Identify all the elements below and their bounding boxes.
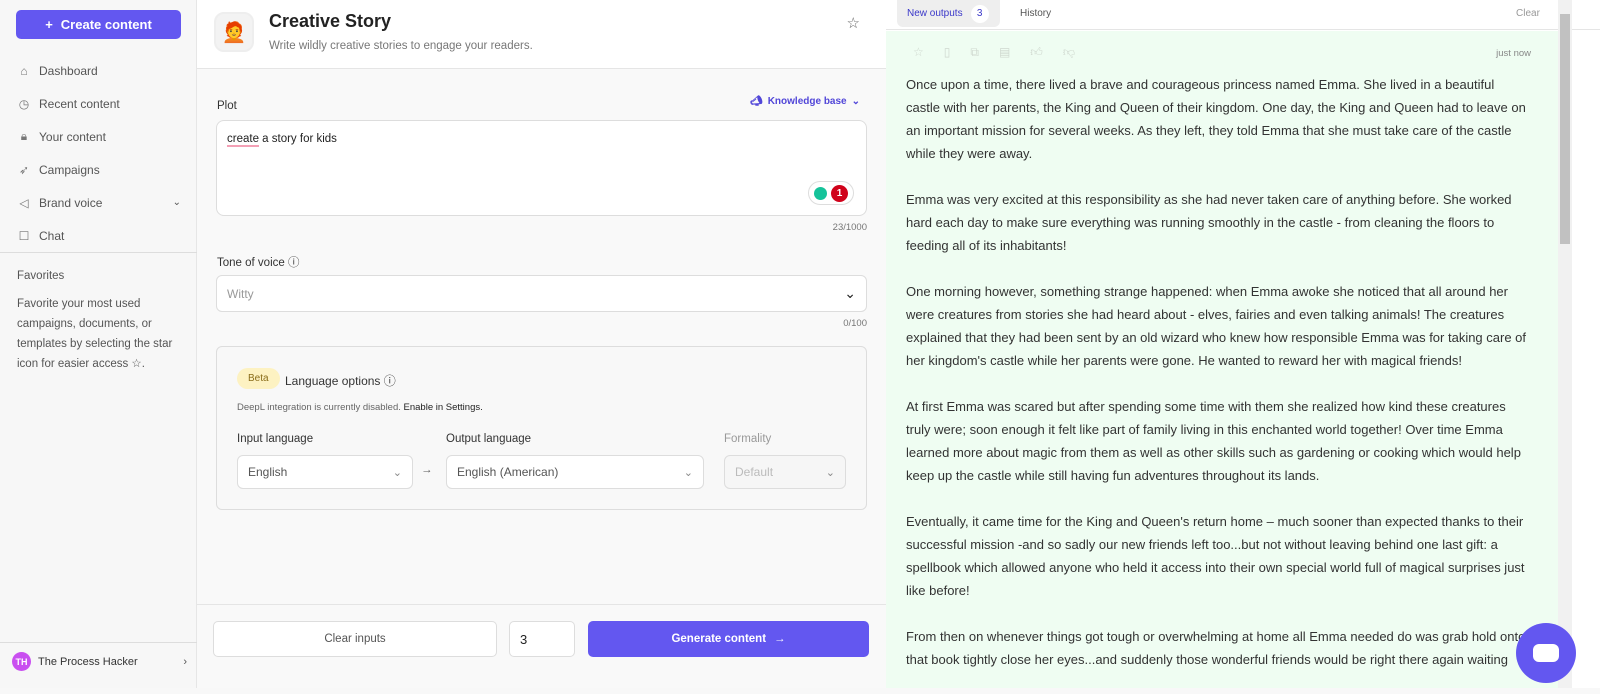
outputs-count-badge: 3 bbox=[970, 4, 989, 23]
story-paragraph: Emma was very excited at this responsibi… bbox=[906, 192, 1512, 253]
output-language-label: Output language bbox=[446, 433, 532, 445]
deepl-note: DeepL integration is currently disabled.… bbox=[237, 402, 483, 413]
grammarly-widget[interactable]: 1 bbox=[808, 181, 854, 205]
favorites-text: Favorite your most used campaigns, docum… bbox=[17, 298, 173, 370]
quantity-input[interactable]: 3 bbox=[509, 621, 575, 657]
sidebar-item-brand-voice[interactable]: ◁ Brand voice ⌄ bbox=[17, 186, 187, 219]
star-icon[interactable]: ☆ bbox=[913, 45, 924, 60]
formality-label: Formality bbox=[724, 433, 772, 445]
megaphone-icon: ◁ bbox=[19, 195, 29, 210]
plus-icon: + bbox=[45, 17, 53, 32]
sidebar: + Create content ⌂ Dashboard ◷ Recent conte… bbox=[0, 0, 197, 688]
template-header: 🧑‍🦰 Creative Story Write wildly creative… bbox=[197, 0, 886, 69]
generate-content-button[interactable]: Generate content → bbox=[588, 621, 869, 657]
chat-bubble-icon bbox=[1533, 644, 1559, 662]
plot-char-count: 23/1000 bbox=[832, 222, 867, 233]
language-options: Beta Language options ⓘ DeepL integratio… bbox=[216, 346, 867, 510]
home-icon: ⌂ bbox=[20, 63, 28, 78]
sidebar-item-dashboard[interactable]: ⌂ Dashboard bbox=[17, 54, 187, 87]
output-language-select[interactable]: English (American) ⌄ bbox=[446, 455, 704, 489]
beta-badge: Beta bbox=[237, 368, 280, 389]
arrow-right-icon: → bbox=[774, 633, 786, 645]
formality-select[interactable]: Default ⌄ bbox=[724, 455, 846, 489]
knowledge-base-button[interactable]: 📣︎ Knowledge base ⌄ bbox=[750, 96, 860, 107]
clock-icon: ◷ bbox=[18, 96, 30, 111]
sidebar-nav: ⌂ Dashboard ◷ Recent content 🔒︎ Your conten… bbox=[17, 54, 187, 252]
star-icon: ☆ bbox=[131, 358, 142, 370]
copy-icon[interactable]: ⧉ bbox=[970, 45, 979, 60]
chat-icon: ☐ bbox=[18, 228, 30, 243]
sidebar-item-your-content[interactable]: 🔒︎ Your content bbox=[17, 120, 187, 153]
favorite-star-icon[interactable]: ☆ bbox=[847, 14, 860, 32]
story-text: Once upon a time, there lived a brave an… bbox=[906, 73, 1531, 694]
chevron-down-icon: ⌄ bbox=[683, 466, 693, 479]
sidebar-item-campaigns[interactable]: ➶ Campaigns bbox=[17, 153, 187, 186]
form-footer: Clear inputs 3 Generate content → bbox=[197, 604, 886, 688]
language-options-title: Language options ⓘ bbox=[285, 374, 396, 388]
storyteller-icon: 🧑‍🦰 bbox=[214, 12, 254, 52]
page-subtitle: Write wildly creative stories to engage … bbox=[269, 40, 533, 52]
chevron-down-icon: ⌄ bbox=[172, 197, 181, 208]
chevron-down-icon: ⌄ bbox=[392, 466, 402, 479]
input-language-label: Input language bbox=[237, 433, 314, 445]
story-paragraph: Eventually, it came time for the King an… bbox=[906, 514, 1525, 598]
tone-char-count: 0/100 bbox=[843, 318, 867, 329]
info-icon: ⓘ bbox=[287, 257, 300, 269]
story-paragraph: From then on whenever things got tough o… bbox=[906, 629, 1526, 667]
tone-label: Tone of voice ⓘ bbox=[217, 257, 300, 269]
tab-history[interactable]: History bbox=[1020, 8, 1051, 19]
avatar: TH bbox=[12, 652, 31, 671]
clear-inputs-button[interactable]: Clear inputs bbox=[213, 621, 497, 657]
chevron-down-icon: ⌄ bbox=[844, 285, 856, 301]
chevron-down-icon: ⌄ bbox=[825, 466, 835, 479]
scrollbar[interactable] bbox=[1558, 0, 1572, 688]
scrollbar-thumb[interactable] bbox=[1560, 14, 1570, 244]
output-card: ☆ ▯ ⧉ ▤ 👍︎ 👎︎ just now Once upon a time,… bbox=[886, 31, 1558, 688]
favorites-title: Favorites bbox=[17, 270, 65, 282]
chevron-right-icon: › bbox=[183, 655, 187, 668]
info-icon: ⓘ bbox=[383, 374, 396, 388]
arrow-right-icon: → bbox=[421, 464, 433, 476]
create-content-button[interactable]: + Create content bbox=[16, 10, 181, 39]
page-title: Creative Story bbox=[269, 11, 392, 31]
support-chat-button[interactable] bbox=[1516, 623, 1576, 683]
grammarly-icon bbox=[814, 186, 827, 200]
lock-icon: 🔒︎ bbox=[20, 129, 28, 143]
story-paragraph: Once upon a time, there lived a brave an… bbox=[906, 77, 1526, 161]
grammar-count-badge: 1 bbox=[831, 184, 848, 202]
enable-settings-link[interactable]: Enable in Settings. bbox=[404, 402, 483, 413]
output-timestamp: just now bbox=[1496, 48, 1531, 59]
document-icon[interactable]: ▤ bbox=[999, 45, 1010, 60]
thumbs-up-icon[interactable]: 👍︎ bbox=[1030, 45, 1043, 60]
input-language-select[interactable]: English ⌄ bbox=[237, 455, 413, 489]
output-actions: ☆ ▯ ⧉ ▤ 👍︎ 👎︎ bbox=[913, 45, 1075, 60]
template-form: 🧑‍🦰 Creative Story Write wildly creative… bbox=[197, 0, 886, 688]
tone-input[interactable]: Witty ⌄ bbox=[216, 275, 867, 312]
bookmark-icon[interactable]: ▯ bbox=[944, 45, 951, 60]
thumbs-down-icon[interactable]: 👎︎ bbox=[1063, 45, 1075, 60]
megaphone-icon: 📣︎ bbox=[750, 96, 763, 107]
divider bbox=[0, 642, 197, 643]
plot-input[interactable]: create a story for kids 1 bbox=[216, 120, 867, 216]
story-paragraph: One morning however, something strange h… bbox=[906, 284, 1527, 368]
divider bbox=[0, 252, 197, 253]
story-paragraph: At first Emma was scared but after spend… bbox=[906, 399, 1521, 483]
chevron-down-icon: ⌄ bbox=[851, 96, 860, 107]
tab-new-outputs[interactable]: New outputs 3 bbox=[897, 0, 1000, 27]
sidebar-item-recent-content[interactable]: ◷ Recent content bbox=[17, 87, 187, 120]
rocket-icon: ➶ bbox=[18, 162, 30, 177]
outputs-panel: New outputs 3 History Clear ☆ ▯ ⧉ ▤ 👍︎ 👎︎… bbox=[886, 0, 1600, 688]
clear-outputs-button[interactable]: Clear bbox=[1516, 8, 1540, 19]
user-menu[interactable]: TH The Process Hacker › bbox=[12, 652, 187, 671]
sidebar-item-chat[interactable]: ☐ Chat bbox=[17, 219, 187, 252]
plot-label: Plot bbox=[217, 100, 237, 112]
output-tabs: New outputs 3 History Clear bbox=[886, 0, 1600, 30]
